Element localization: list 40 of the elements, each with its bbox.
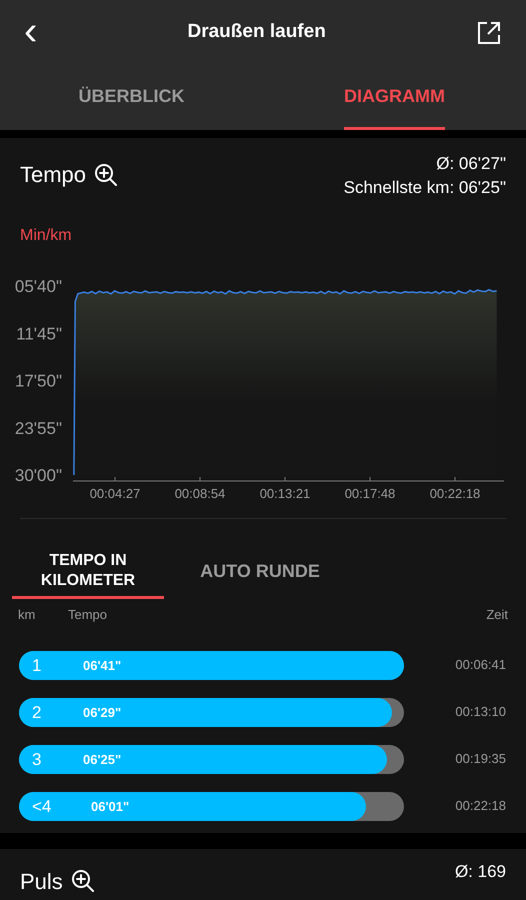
unit-label: Min/km <box>20 226 73 246</box>
pace-value: 06'41" <box>83 656 122 674</box>
x-axis-label: 00:22:18 <box>430 486 480 501</box>
screen-title: Draußen laufen <box>188 20 326 44</box>
split-time: 00:22:18 <box>455 797 506 816</box>
column-header: Tempo <box>68 606 108 624</box>
split-time: 00:06:41 <box>455 656 506 674</box>
fastest-km: Schnellste km: 06'25" <box>344 177 506 199</box>
y-axis-label: 30'00" <box>14 466 62 485</box>
pace-value: 06'01" <box>91 798 130 814</box>
tab[interactable]: DIAGRAMM <box>344 65 445 130</box>
split-time: 00:13:10 <box>455 703 506 722</box>
average-heart-rate: Ø: 169 <box>454 860 506 882</box>
km-number: 2 <box>32 702 42 722</box>
tab[interactable]: TEMPO IN KILOMETER <box>12 545 164 599</box>
y-axis-label: 23'55" <box>14 418 62 438</box>
column-header: km <box>18 606 36 624</box>
km-number: 3 <box>32 748 42 770</box>
x-axis-label: 00:13:21 <box>260 486 310 501</box>
tab[interactable]: ÜBERBLICK <box>78 65 184 130</box>
average-pace: Ø: 06'27" <box>436 153 506 175</box>
zoom-in-icon[interactable] <box>70 869 95 893</box>
pace-value: 06'29" <box>83 704 122 720</box>
km-number: <4 <box>32 796 52 816</box>
column-header: Zeit <box>486 606 508 624</box>
y-axis-label: 05'40" <box>14 277 62 296</box>
zoom-in-icon[interactable] <box>94 162 118 186</box>
back-button[interactable]: ‹ <box>24 10 38 50</box>
km-number: 1 <box>32 654 42 676</box>
x-axis-label: 00:08:54 <box>174 486 226 501</box>
section-title: Tempo <box>20 161 86 189</box>
tab[interactable]: AUTO RUNDE <box>184 545 336 599</box>
x-axis-label: 00:04:27 <box>90 486 140 501</box>
split-time: 00:19:35 <box>455 750 506 768</box>
share-icon[interactable] <box>476 20 502 46</box>
pace-value: 06'25" <box>83 750 122 768</box>
y-axis-label: 11'45" <box>16 324 62 344</box>
y-axis-label: 17'50" <box>14 372 62 390</box>
section-title: Puls <box>20 868 63 896</box>
x-axis-label: 00:17:48 <box>344 486 396 501</box>
